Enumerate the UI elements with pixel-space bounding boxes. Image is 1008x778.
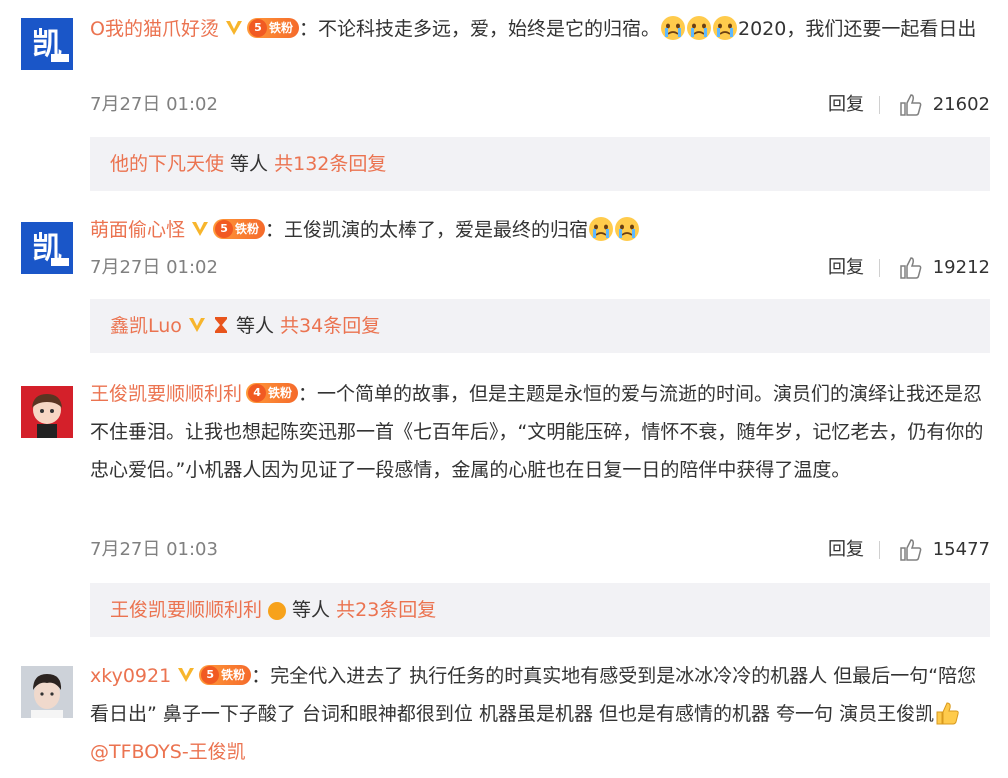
thumbs-up-emoji-icon xyxy=(934,701,960,725)
username-link[interactable]: 萌面偷心怪 xyxy=(90,219,185,241)
crying-emoji-icon xyxy=(712,15,738,40)
divider xyxy=(879,96,880,114)
fan-badge: 5 铁粉 xyxy=(246,18,299,38)
verified-v-icon xyxy=(178,668,195,682)
crying-emoji-icon xyxy=(660,15,686,40)
thumbs-up-icon xyxy=(899,539,922,561)
avatar[interactable] xyxy=(21,386,73,438)
divider xyxy=(879,541,880,559)
timestamp: 7月27日 01:02 xyxy=(90,257,218,278)
comment-item: xky0921 5 铁粉 ：完全代入进去了 执行任务的时真实地有感受到是冰冰冷冷的机器… xyxy=(0,652,1008,778)
mention-link[interactable]: @TFBOYS-王俊凯 xyxy=(90,741,246,763)
divider xyxy=(879,259,880,277)
hourglass-icon xyxy=(214,316,227,333)
fan-badge-icon: 4 xyxy=(248,384,267,402)
reply-button[interactable]: 回复 xyxy=(828,535,864,565)
sub-reply-count-link[interactable]: 共34条回复 xyxy=(280,315,380,337)
comment-body: O我的猫爪好烫 5 铁粉 ：不论科技走多远，爱，始终是它的归宿。 2020，我们还要一起… xyxy=(90,10,990,48)
fan-badge-icon: 5 xyxy=(248,19,267,37)
verified-v-icon xyxy=(188,317,205,332)
crying-emoji-icon xyxy=(614,216,640,241)
sub-reply-names[interactable]: 他的下凡天使 xyxy=(110,153,224,175)
username-link[interactable]: xky0921 xyxy=(90,665,171,687)
crying-emoji-icon xyxy=(588,216,614,241)
comment-text: ：不论科技走多远，爱，始终是它的归宿。 xyxy=(298,18,660,40)
thumbs-up-icon xyxy=(899,257,922,279)
comment-meta: 7月27日 01:03 回复 15477 xyxy=(90,535,990,565)
sub-replies-box[interactable]: 鑫凯Luo 等人 共34条回复 xyxy=(90,299,990,353)
like-button[interactable]: 19212 xyxy=(899,253,990,283)
comment-meta: 7月27日 01:02 回复 21602 xyxy=(90,90,990,120)
fan-badge: 5 铁粉 xyxy=(213,219,266,239)
fan-badge-icon xyxy=(268,601,287,620)
like-button[interactable]: 15477 xyxy=(899,535,990,565)
thumbs-up-icon xyxy=(899,94,922,116)
timestamp: 7月27日 01:02 xyxy=(90,94,218,115)
sub-reply-names[interactable]: 王俊凯要顺顺利利 xyxy=(110,599,262,621)
fan-badge: 4 铁粉 xyxy=(246,383,299,403)
comment-text-cont: 2020，我们还要一起看日出 xyxy=(738,18,977,40)
comment-body: 萌面偷心怪 5 铁粉 ：王俊凯演的太棒了，爱是最终的归宿 xyxy=(90,211,990,249)
reply-button[interactable]: 回复 xyxy=(828,253,864,283)
comment-meta: 7月27日 01:02 回复 19212 xyxy=(90,253,990,283)
sub-reply-count-link[interactable]: 共132条回复 xyxy=(274,153,386,175)
avatar[interactable]: 凯 xyxy=(21,222,73,274)
verified-v-icon xyxy=(192,222,209,236)
avatar[interactable] xyxy=(21,666,73,718)
username-link[interactable]: 王俊凯要顺顺利利 xyxy=(90,383,242,405)
fan-badge-icon: 5 xyxy=(201,666,220,684)
comment-item: 凯 萌面偷心怪 5 铁粉 ：王俊凯演的太棒了，爱是最终的归宿 7月27日 01:02 … xyxy=(0,197,1008,377)
comment-item: 凯 O我的猫爪好烫 5 铁粉 ：不论科技走多远，爱，始终是它的归宿。 2020，我们还要… xyxy=(0,0,1008,197)
username-link[interactable]: O我的猫爪好烫 xyxy=(90,18,219,40)
fan-badge-small xyxy=(266,601,287,621)
avatar[interactable]: 凯 xyxy=(21,18,73,70)
reply-button[interactable]: 回复 xyxy=(828,90,864,120)
verified-v-icon xyxy=(225,21,242,35)
fan-badge-icon: 5 xyxy=(215,220,234,238)
like-count: 21602 xyxy=(932,94,990,115)
like-count: 19212 xyxy=(932,257,990,278)
fan-badge: 5 铁粉 xyxy=(199,665,252,685)
crying-emoji-icon xyxy=(686,15,712,40)
sub-reply-names[interactable]: 鑫凯Luo xyxy=(110,315,182,337)
comment-body: 王俊凯要顺顺利利 4 铁粉 ：一个简单的故事，但是主题是永恒的爱与流逝的时间。演员们的… xyxy=(90,375,990,489)
timestamp: 7月27日 01:03 xyxy=(90,539,218,560)
sub-replies-box[interactable]: 他的下凡天使 等人 共132条回复 xyxy=(90,137,990,191)
comment-text: ：王俊凯演的太棒了，爱是最终的归宿 xyxy=(265,219,589,241)
sub-replies-box[interactable]: 王俊凯要顺顺利利 等人 共23条回复 xyxy=(90,583,990,637)
like-count: 15477 xyxy=(932,539,990,560)
comment-body: xky0921 5 铁粉 ：完全代入进去了 执行任务的时真实地有感受到是冰冰冷冷的机器… xyxy=(90,657,990,771)
sub-reply-count-link[interactable]: 共23条回复 xyxy=(336,599,436,621)
like-button[interactable]: 21602 xyxy=(899,90,990,120)
comment-item: 王俊凯要顺顺利利 4 铁粉 ：一个简单的故事，但是主题是永恒的爱与流逝的时间。演员们的… xyxy=(0,377,1008,652)
